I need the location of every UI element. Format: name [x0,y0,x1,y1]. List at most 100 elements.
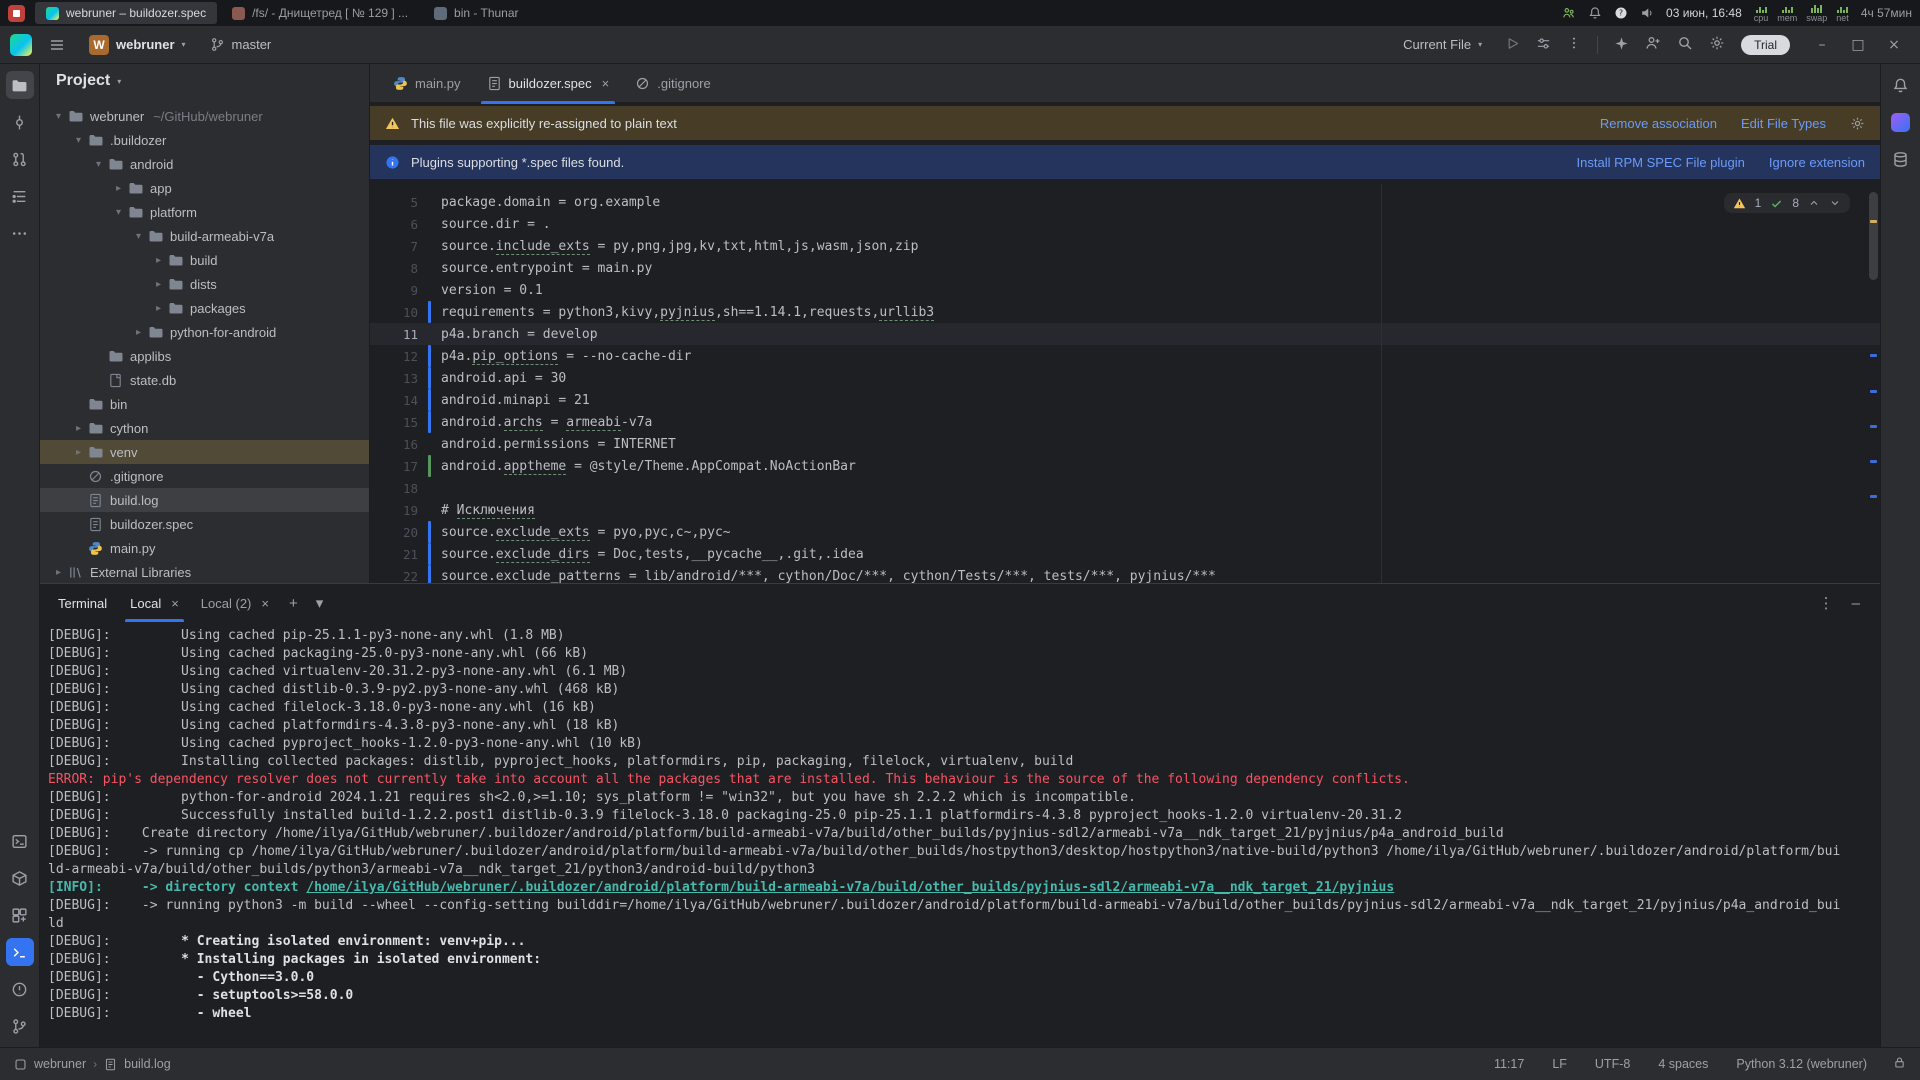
settings-gear-icon[interactable] [1709,35,1725,54]
editor-line[interactable]: 10requirements = python3,kivy,pyjnius,sh… [370,301,1880,323]
tree-chevron-icon[interactable]: ▾ [130,231,147,242]
taskbar-window-browser[interactable]: /fs/ - Днищетред [ № 129 ] ... [221,2,419,24]
tree-chevron-icon[interactable]: ▾ [90,159,107,170]
readonly-lock-icon[interactable] [1893,1056,1906,1072]
error-stripe-mark[interactable] [1870,354,1877,357]
error-stripe-mark[interactable] [1870,425,1877,428]
editor-line[interactable]: 16android.permissions = INTERNET [370,433,1880,455]
tree-item--buildozer[interactable]: ▾.buildozer [40,128,369,152]
tree-chevron-icon[interactable]: ▾ [50,111,67,122]
tab-close-icon[interactable]: × [602,76,610,91]
tree-item-build[interactable]: ▸build [40,248,369,272]
trial-badge[interactable]: Trial [1741,35,1790,55]
tree-item--gitignore[interactable]: .gitignore [40,464,369,488]
editor-line[interactable]: 8source.entrypoint = main.py [370,257,1880,279]
terminal-title[interactable]: Terminal [46,584,119,622]
editor-line[interactable]: 21source.exclude_dirs = Doc,tests,__pyca… [370,543,1880,565]
close-button[interactable]: × [1878,31,1910,59]
project-widget[interactable]: W webruner ▾ [82,30,193,60]
editor-line[interactable]: 18 [370,477,1880,499]
tree-item-main-py[interactable]: main.py [40,536,369,560]
status-item[interactable]: UTF-8 [1595,1057,1630,1071]
new-terminal-button[interactable]: + [280,584,307,622]
editor-scrollbar-thumb[interactable] [1869,192,1878,280]
tree-chevron-icon[interactable]: ▸ [70,423,87,434]
commit-tool-icon[interactable] [6,108,34,136]
editor-line[interactable]: 7source.include_exts = py,png,jpg,kv,txt… [370,235,1880,257]
tree-item-venv[interactable]: ▸venv [40,440,369,464]
remove-association-link[interactable]: Remove association [1600,116,1717,131]
maximize-button[interactable]: □ [1842,31,1874,59]
tray-monitor-net[interactable]: net [1836,4,1849,23]
tree-chevron-icon[interactable]: ▸ [130,327,147,338]
tray-monitor-mem[interactable]: mem [1777,4,1797,23]
error-stripe-mark[interactable] [1870,495,1877,498]
error-stripe-mark[interactable] [1870,460,1877,463]
tree-item-applibs[interactable]: applibs [40,344,369,368]
error-stripe-mark[interactable] [1870,390,1877,393]
editor-line[interactable]: 22source.exclude_patterns = lib/android/… [370,565,1880,583]
ignore-extension-link[interactable]: Ignore extension [1769,155,1865,170]
ai-assistant-tool-icon[interactable] [1887,108,1915,136]
tab-buildozer-spec[interactable]: buildozer.spec × [474,64,623,102]
editor-line[interactable]: 20source.exclude_exts = pyo,pyc,c~,pyc~ [370,521,1880,543]
terminal-path-link[interactable]: /home/ilya/GitHub/webruner/.buildozer/an… [306,880,1394,895]
edit-file-types-link[interactable]: Edit File Types [1741,116,1826,131]
tree-item-state-db[interactable]: state.db [40,368,369,392]
inspections-widget[interactable]: 1 8 [1724,193,1850,213]
status-item[interactable]: 4 spaces [1658,1057,1708,1071]
ai-assistant-icon[interactable] [1614,36,1629,54]
vcs-branch-widget[interactable]: master [203,32,279,57]
tree-chevron-icon[interactable]: ▸ [150,255,167,266]
tree-chevron-icon[interactable]: ▸ [50,567,67,578]
tree-item-build-armeabi-v7a[interactable]: ▾build-armeabi-v7a [40,224,369,248]
tree-chevron-icon[interactable]: ▸ [70,447,87,458]
tab-gitignore[interactable]: .gitignore [622,64,723,102]
minimize-button[interactable]: – [1806,31,1838,59]
tab-close-icon[interactable]: × [261,596,269,611]
hide-terminal-icon[interactable]: – [1852,595,1860,612]
notifications-tool-icon[interactable] [1887,71,1915,99]
tree-chevron-icon[interactable]: ▸ [150,303,167,314]
terminal-options-icon[interactable]: ⋮ [1819,594,1834,612]
editor-line[interactable]: 14android.minapi = 21 [370,389,1880,411]
banner-settings-icon[interactable] [1850,116,1865,131]
tab-main-py[interactable]: main.py [380,64,474,102]
tree-chevron-icon[interactable]: ▾ [70,135,87,146]
volume-icon[interactable] [1640,6,1654,20]
chevron-down-icon[interactable]: ▾ [307,584,333,622]
editor-line[interactable]: 11p4a.branch = develop [370,323,1880,345]
run-widget-settings-icon[interactable] [1536,36,1551,54]
editor-line[interactable]: 12p4a.pip_options = --no-cache-dir [370,345,1880,367]
editor-line[interactable]: 5package.domain = org.example [370,191,1880,213]
python-packages-tool-icon[interactable] [6,864,34,892]
tree-item-bin[interactable]: bin [40,392,369,416]
main-menu-button[interactable] [42,32,72,58]
code-with-me-icon[interactable] [1645,35,1661,54]
status-item[interactable]: LF [1552,1057,1567,1071]
tray-monitor-swap[interactable]: swap [1806,4,1827,23]
terminal-tab-local[interactable]: Local × [119,584,190,622]
editor-line[interactable]: 9version = 0.1 [370,279,1880,301]
database-tool-icon[interactable] [1887,145,1915,173]
tree-item-webruner[interactable]: ▾webruner~/GitHub/webruner [40,104,369,128]
tree-item-android[interactable]: ▾android [40,152,369,176]
tree-item-buildozer-spec[interactable]: buildozer.spec [40,512,369,536]
launcher-icon[interactable] [8,5,25,22]
tray-monitor-cpu[interactable]: cpu [1754,4,1769,23]
services-tool-icon[interactable] [6,901,34,929]
editor-line[interactable]: 19# Исключения [370,499,1880,521]
tree-item-build-log[interactable]: build.log [40,488,369,512]
python-console-tool-icon[interactable] [6,827,34,855]
project-panel-header[interactable]: Project ▾ [40,64,369,98]
install-plugin-link[interactable]: Install RPM SPEC File plugin [1577,155,1745,170]
code-editor[interactable]: 5package.domain = org.example6source.dir… [370,184,1880,583]
search-everywhere-icon[interactable] [1677,35,1693,54]
structure-tool-icon[interactable] [6,182,34,210]
editor-line[interactable]: 15android.archs = armeabi-v7a [370,411,1880,433]
chevron-up-icon[interactable] [1808,197,1820,209]
tree-item-dists[interactable]: ▸dists [40,272,369,296]
status-item[interactable]: 11:17 [1494,1057,1524,1071]
run-button[interactable] [1505,36,1520,54]
taskbar-window-thunar[interactable]: bin - Thunar [423,2,529,24]
